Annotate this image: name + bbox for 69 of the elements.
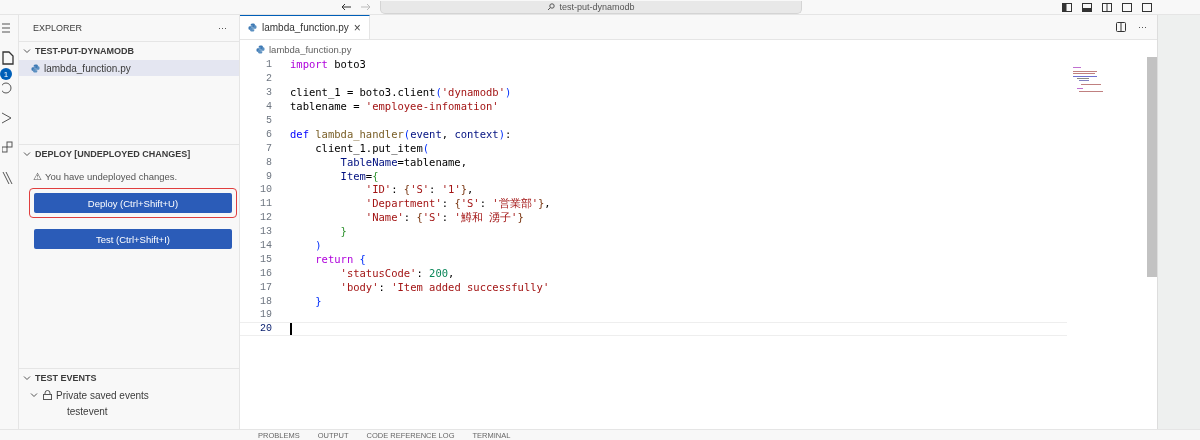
files-icon[interactable] [2,51,16,65]
notification-badge: 1 [0,68,12,80]
python-file-icon [31,63,40,73]
code-line: 'statusCode': 200, [339,266,455,280]
code-line: import boto3 [290,58,366,72]
command-center-search[interactable]: test-put-dynamodb [380,0,802,14]
code-line: 'Name': {'S': '鱒和 湧子'} [364,211,524,225]
layout-icon[interactable] [1102,2,1112,12]
code-line: TableName=tablename, [339,155,467,169]
line-number: 4 [265,101,272,113]
code-line: ) [314,239,322,253]
line-number: 15 [259,253,272,265]
line-number: 2 [265,73,272,85]
line-number: 13 [259,226,272,238]
line-number: 20 [259,323,272,335]
more-actions-button[interactable]: ··· [1138,22,1147,32]
line-number: 1 [265,59,272,71]
line-number: 7 [265,142,272,154]
search-icon [547,2,556,11]
code-line: 'Department': {'S': '営業部'}, [364,197,551,211]
code-line: client_1 = boto3.client('dynamodb') [290,86,512,100]
action-button[interactable]: Deploy (Ctrl+Shift+U) [34,193,232,213]
scrollbar-thumb[interactable] [1147,57,1157,277]
section-header[interactable]: TEST EVENTS [19,369,239,387]
tree-item[interactable]: testevent [19,403,239,419]
line-number: 10 [259,184,272,196]
warning-message: ⚠ You have undeployed changes. [32,170,179,182]
code-line: Item={ [339,169,379,183]
section-header[interactable]: TEST-PUT-DYNAMODB [19,42,239,60]
code-line: } [314,294,322,308]
close-button[interactable]: × [353,20,361,35]
code-line: tablename = 'employee-infomation' [290,100,499,114]
python-file-icon [256,44,265,54]
code-line: 'body': 'Item added successfully' [339,280,550,294]
code-line: return { [314,252,366,266]
line-number: 16 [259,267,272,279]
tree-item[interactable]: Private saved events [19,387,239,403]
line-number: 12 [259,212,272,224]
line-number: 17 [259,281,272,293]
more-actions-button[interactable]: ··· [218,23,227,33]
editor-tab[interactable]: lambda_function.py × [240,15,370,39]
file-item[interactable]: lambda_function.py [19,60,239,76]
code-line: client_1.put_item( [314,141,430,155]
line-number: 6 [265,128,272,140]
line-number: 18 [259,295,272,307]
section-header[interactable]: DEPLOY [UNDEPLOYED CHANGES] [19,145,239,163]
line-number: 5 [265,115,272,126]
breadcrumb[interactable]: lambda_function.py [240,40,1157,58]
extensions-icon[interactable] [2,141,16,155]
line-number: 14 [259,240,272,251]
chevron-icon [22,149,32,159]
lock-icon [43,390,52,400]
split-editor-icon[interactable] [1116,22,1126,32]
sidebar-title: EXPLORER [33,23,83,33]
chevron-icon [22,46,32,56]
line-number: 19 [259,309,272,321]
layout-icon[interactable] [1082,2,1092,12]
action-button[interactable]: Test (Ctrl+Shift+I) [34,229,232,249]
back-arrow-icon[interactable] [340,2,352,12]
line-number: 11 [259,198,272,210]
layout-icon[interactable] [1062,2,1072,12]
line-number: 3 [265,87,272,99]
code-line: 'ID': {'S': '1'}, [364,183,474,197]
line-number: 8 [265,156,272,168]
line-number: 9 [265,170,272,182]
python-file-icon [248,23,257,32]
code-line: } [339,225,347,239]
text-cursor [290,322,292,335]
code-line: def lambda_handler(event, context): [290,127,512,141]
